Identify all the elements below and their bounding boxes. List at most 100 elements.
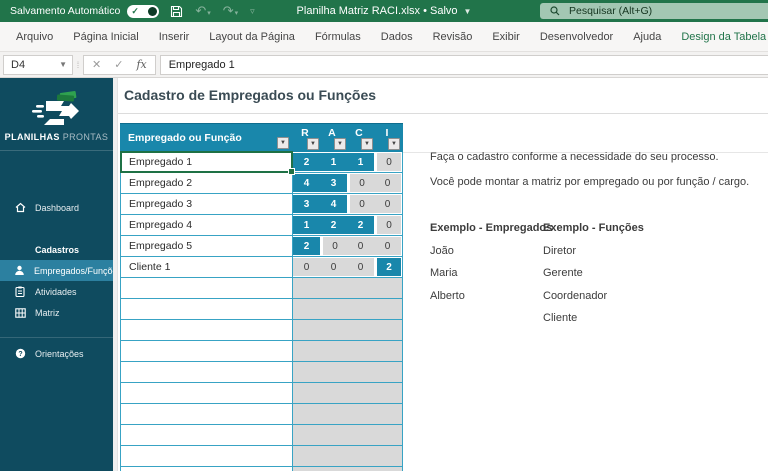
raci-value-cell[interactable]: 0 xyxy=(377,153,401,171)
raci-value-cell[interactable]: 2 xyxy=(377,258,401,276)
sheet-area: Cadastro de Empregados ou Funções Empreg… xyxy=(118,78,768,471)
ribbon-tab-pagina-inicial[interactable]: Página Inicial xyxy=(63,31,148,43)
row-name-cell[interactable]: Empregado 1 xyxy=(120,151,295,175)
raci-value-cell[interactable]: 2 xyxy=(293,153,320,171)
filter-dropdown-icon[interactable]: ▼ xyxy=(307,138,319,150)
raci-empty-cells[interactable] xyxy=(293,383,402,403)
raci-value-cell[interactable]: 0 xyxy=(374,237,401,255)
row-name-cell[interactable] xyxy=(121,446,293,466)
row-values: 3400 xyxy=(293,194,402,214)
raci-value-cell[interactable]: 0 xyxy=(347,237,374,255)
row-name-cell[interactable] xyxy=(121,425,293,445)
row-values xyxy=(293,299,402,319)
ribbon-tab-dados[interactable]: Dados xyxy=(371,31,423,43)
autosave-toggle[interactable]: ✓ xyxy=(127,4,160,18)
row-values xyxy=(293,467,402,471)
title-bar: Salvamento Automático ✓ ↶▾ ↷▾ ▿ Planilha… xyxy=(0,0,768,22)
planilhas-prontas-logo-icon xyxy=(31,90,79,125)
raci-value-cell[interactable]: 3 xyxy=(320,174,347,192)
raci-value-cell[interactable]: 0 xyxy=(320,258,347,276)
sidebar-item-label: Empregados/Funções xyxy=(34,265,123,276)
ribbon-tab-formulas[interactable]: Fórmulas xyxy=(305,31,371,43)
raci-value-cell[interactable]: 0 xyxy=(377,216,401,234)
raci-empty-cells[interactable] xyxy=(293,425,402,445)
raci-value-cell[interactable]: 2 xyxy=(347,216,374,234)
example-employee: Maria xyxy=(430,267,458,279)
confirm-entry-icon[interactable]: ✓ xyxy=(114,58,123,71)
row-name-cell[interactable]: Cliente 1 xyxy=(121,257,293,277)
heading-divider xyxy=(118,113,768,114)
raci-value-cell[interactable]: 0 xyxy=(374,195,401,213)
cancel-entry-icon[interactable]: ✕ xyxy=(92,58,101,71)
raci-empty-cells[interactable] xyxy=(293,467,402,471)
row-values: 2000 xyxy=(293,236,402,256)
formula-input[interactable]: Empregado 1 xyxy=(159,54,768,75)
ribbon-tab-exibir[interactable]: Exibir xyxy=(482,31,530,43)
raci-value-cell[interactable]: 0 xyxy=(374,174,401,192)
raci-value-cell[interactable]: 1 xyxy=(293,216,320,234)
row-name-cell[interactable] xyxy=(121,404,293,424)
home-icon xyxy=(14,202,26,213)
row-name-cell[interactable]: Empregado 4 xyxy=(121,215,293,235)
ribbon-tab-arquivo[interactable]: Arquivo xyxy=(6,31,63,43)
raci-empty-cells[interactable] xyxy=(293,320,402,340)
row-name-cell[interactable] xyxy=(121,320,293,340)
ribbon-tab-ajuda[interactable]: Ajuda xyxy=(623,31,671,43)
raci-empty-cells[interactable] xyxy=(293,278,402,298)
raci-empty-cells[interactable] xyxy=(293,362,402,382)
undo-icon[interactable]: ↶▾ xyxy=(195,3,210,19)
raci-value-cell[interactable]: 1 xyxy=(347,153,374,171)
raci-value-cell[interactable]: 2 xyxy=(320,216,347,234)
example-functions-header: Exemplo - Funções xyxy=(543,222,644,234)
row-name-cell[interactable] xyxy=(121,341,293,361)
table-row-empty xyxy=(120,467,403,471)
raci-value-cell[interactable]: 0 xyxy=(323,237,347,255)
raci-value-cell[interactable]: 0 xyxy=(293,258,320,276)
redo-icon[interactable]: ↷▾ xyxy=(223,3,238,19)
row-values xyxy=(293,278,402,298)
filter-dropdown-icon[interactable]: ▼ xyxy=(361,138,373,150)
raci-value-cell[interactable]: 2 xyxy=(293,237,320,255)
raci-value-cell[interactable]: 0 xyxy=(350,195,374,213)
sidebar-section-cadastros: Cadastros xyxy=(35,245,80,255)
row-name-cell[interactable] xyxy=(121,467,293,471)
search-icon xyxy=(550,6,560,16)
row-name-cell[interactable] xyxy=(121,362,293,382)
raci-value-cell[interactable]: 4 xyxy=(293,174,320,192)
raci-value-cell[interactable]: 4 xyxy=(320,195,347,213)
raci-empty-cells[interactable] xyxy=(293,404,402,424)
row-name-cell[interactable]: Empregado 3 xyxy=(121,194,293,214)
ribbon-tab-layout-da-pagina[interactable]: Layout da Página xyxy=(199,31,305,43)
chevron-down-icon: ▼ xyxy=(59,60,67,69)
raci-value-cell[interactable]: 1 xyxy=(320,153,347,171)
ribbon-tab-design-da-tabela[interactable]: Design da Tabela xyxy=(671,31,768,43)
raci-value-cell[interactable]: 0 xyxy=(347,258,374,276)
instruction-line-2: Você pode montar a matriz por empregado … xyxy=(430,176,750,188)
filter-dropdown-icon[interactable]: ▼ xyxy=(277,137,289,149)
raci-empty-cells[interactable] xyxy=(293,341,402,361)
ribbon-tab-revisao[interactable]: Revisão xyxy=(423,31,483,43)
sidebar-item-orientacoes[interactable]: ? Orientações xyxy=(0,343,113,364)
cell-name-box[interactable]: D4 ▼ xyxy=(3,54,73,75)
save-icon[interactable] xyxy=(170,5,183,18)
search-input[interactable]: Pesquisar (Alt+G) xyxy=(540,3,768,19)
ribbon-tab-inserir[interactable]: Inserir xyxy=(149,31,200,43)
sidebar-item-atividades[interactable]: Atividades xyxy=(0,281,113,302)
filter-dropdown-icon[interactable]: ▼ xyxy=(388,138,400,150)
sidebar-item-empregados-funcoes[interactable]: Empregados/Funções xyxy=(0,260,122,281)
raci-empty-cells[interactable] xyxy=(293,299,402,319)
row-name-cell[interactable]: Empregado 5 xyxy=(121,236,293,256)
insert-function-icon[interactable]: fx xyxy=(136,58,146,71)
sidebar-item-matriz[interactable]: Matriz xyxy=(0,302,113,323)
row-name-cell[interactable] xyxy=(121,299,293,319)
row-name-cell[interactable]: Empregado 2 xyxy=(121,173,293,193)
row-name-cell[interactable] xyxy=(121,278,293,298)
customize-quick-access-icon[interactable]: ▿ xyxy=(250,6,255,17)
ribbon-tab-desenvolvedor[interactable]: Desenvolvedor xyxy=(530,31,623,43)
raci-empty-cells[interactable] xyxy=(293,446,402,466)
filter-dropdown-icon[interactable]: ▼ xyxy=(334,138,346,150)
sidebar-item-dashboard[interactable]: Dashboard xyxy=(0,197,113,218)
raci-value-cell[interactable]: 3 xyxy=(293,195,320,213)
row-name-cell[interactable] xyxy=(121,383,293,403)
raci-value-cell[interactable]: 0 xyxy=(350,174,374,192)
